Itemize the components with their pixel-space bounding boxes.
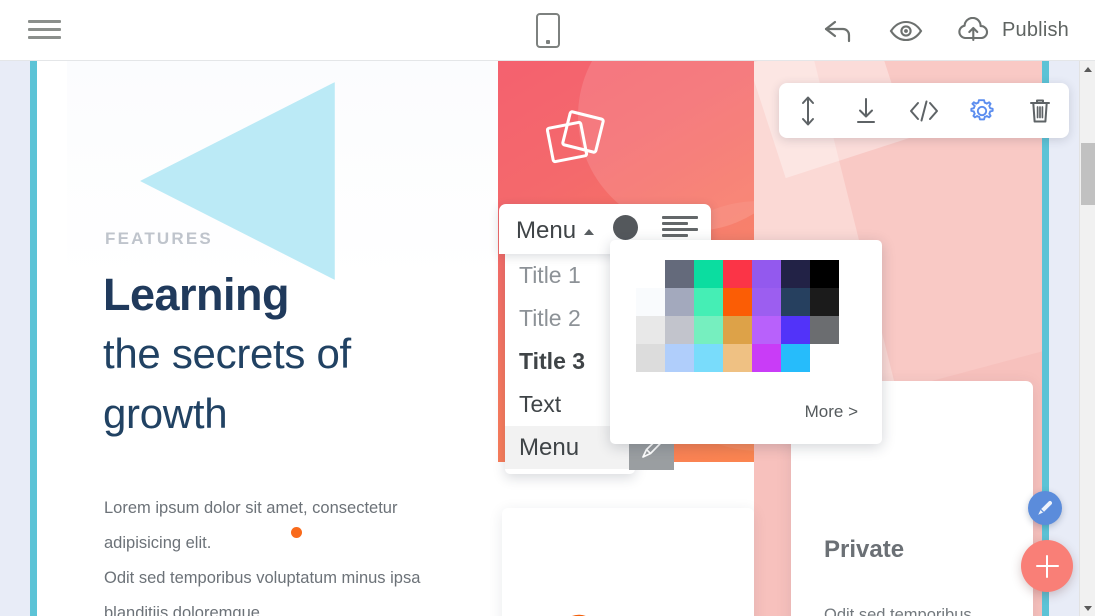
color-swatch[interactable] bbox=[694, 344, 723, 372]
element-toolbar bbox=[779, 83, 1069, 138]
color-swatch[interactable] bbox=[636, 260, 665, 288]
scroll-down-glyph bbox=[1083, 605, 1092, 611]
trash-glyph bbox=[1030, 99, 1050, 122]
resize-vertical-glyph bbox=[802, 96, 814, 125]
color-swatch[interactable] bbox=[694, 260, 723, 288]
cloud-icon bbox=[572, 614, 586, 616]
cloud-upload-icon bbox=[958, 16, 989, 41]
color-swatch[interactable] bbox=[636, 344, 665, 372]
color-swatch[interactable] bbox=[752, 288, 781, 316]
download-glyph bbox=[857, 97, 875, 123]
color-picker-more-link[interactable]: More > bbox=[805, 402, 858, 422]
align-line bbox=[662, 228, 698, 231]
section-accent-bar-left bbox=[30, 61, 37, 616]
align-line bbox=[662, 222, 688, 225]
mobile-device-icon[interactable] bbox=[536, 13, 560, 48]
hamburger-bar bbox=[28, 36, 61, 39]
section-body-text: Lorem ipsum dolor sit amet, consectetur … bbox=[104, 499, 421, 616]
color-swatch[interactable] bbox=[810, 260, 839, 288]
color-swatch[interactable] bbox=[752, 344, 781, 372]
add-element-fab-button[interactable] bbox=[1021, 540, 1073, 592]
color-swatch[interactable] bbox=[781, 316, 810, 344]
heading-line-2: the secrets of bbox=[103, 330, 351, 377]
private-card-text: Odit sed temporibus voluptatum minus ips… bbox=[824, 606, 972, 616]
cloud-card[interactable] bbox=[502, 508, 754, 616]
color-swatch[interactable] bbox=[781, 344, 810, 372]
section-accent-bar-right bbox=[1042, 61, 1049, 616]
color-swatch[interactable] bbox=[665, 316, 694, 344]
gear-glyph bbox=[970, 98, 994, 120]
hamburger-icon[interactable] bbox=[28, 17, 61, 43]
private-card-title: Private bbox=[824, 536, 905, 563]
color-swatch[interactable] bbox=[694, 316, 723, 344]
publish-label: Publish bbox=[1002, 19, 1069, 41]
resize-vertical-icon[interactable] bbox=[779, 83, 837, 138]
color-swatch[interactable] bbox=[781, 288, 810, 316]
plus-icon bbox=[1035, 554, 1059, 578]
paintbrush-icon bbox=[1038, 501, 1052, 515]
color-swatch-grid bbox=[636, 260, 839, 372]
color-picker-popover: More > bbox=[610, 240, 882, 444]
download-icon[interactable] bbox=[837, 83, 895, 138]
features-section: FEATURES Learning the secrets of growth … bbox=[67, 61, 498, 616]
color-swatch[interactable] bbox=[665, 288, 694, 316]
section-eyebrow: FEATURES bbox=[105, 229, 213, 248]
editor-canvas: FEATURES Learning the secrets of growth … bbox=[0, 61, 1079, 616]
color-swatch[interactable] bbox=[723, 260, 752, 288]
editor-window: Publish FEATURES Learning the secrets of… bbox=[0, 0, 1095, 616]
undo-arrow-glyph bbox=[824, 20, 851, 42]
undo-arrow-icon[interactable] bbox=[805, 0, 871, 61]
color-swatch[interactable] bbox=[665, 344, 694, 372]
color-swatch[interactable] bbox=[810, 288, 839, 316]
color-swatch[interactable] bbox=[810, 344, 839, 372]
menu-item-menu-label: Menu bbox=[519, 434, 580, 461]
photos-stack-icon bbox=[546, 110, 605, 164]
scroll-thumb[interactable] bbox=[1081, 143, 1095, 205]
decorative-triangle bbox=[140, 82, 335, 280]
color-swatch[interactable] bbox=[723, 288, 752, 316]
color-swatch[interactable] bbox=[723, 316, 752, 344]
heading-line-3: growth bbox=[103, 390, 228, 437]
color-swatch[interactable] bbox=[752, 316, 781, 344]
align-line bbox=[662, 216, 698, 219]
color-swatch[interactable] bbox=[810, 316, 839, 344]
scroll-up-glyph bbox=[1083, 66, 1092, 72]
scroll-up-arrow-icon[interactable] bbox=[1080, 61, 1095, 77]
scroll-down-arrow-icon[interactable] bbox=[1080, 600, 1095, 616]
color-swatch[interactable] bbox=[636, 288, 665, 316]
design-fab-button[interactable] bbox=[1028, 491, 1062, 525]
eye-icon[interactable] bbox=[871, 0, 941, 61]
header-actions: Publish bbox=[805, 0, 1077, 61]
device-home-dot bbox=[546, 40, 550, 44]
hamburger-bar bbox=[28, 28, 61, 31]
color-swatch[interactable] bbox=[636, 316, 665, 344]
align-line bbox=[662, 234, 688, 237]
code-glyph bbox=[910, 100, 938, 121]
hamburger-bar bbox=[28, 20, 61, 23]
gear-icon[interactable] bbox=[953, 83, 1011, 138]
color-swatch[interactable] bbox=[781, 260, 810, 288]
trash-icon[interactable] bbox=[1011, 83, 1069, 138]
text-align-left-icon[interactable] bbox=[662, 215, 698, 241]
color-swatch[interactable] bbox=[694, 288, 723, 316]
eye-glyph bbox=[889, 20, 923, 41]
color-swatch[interactable] bbox=[723, 344, 752, 372]
heading-line-1: Learning bbox=[103, 269, 290, 320]
text-color-swatch[interactable] bbox=[613, 215, 638, 240]
style-dropdown-trigger[interactable]: Menu bbox=[516, 217, 576, 245]
caret-up-icon[interactable] bbox=[584, 229, 594, 235]
page-scrollbar[interactable] bbox=[1079, 61, 1095, 616]
code-icon[interactable] bbox=[895, 83, 953, 138]
publish-button[interactable]: Publish bbox=[941, 0, 1077, 61]
app-header: Publish bbox=[0, 0, 1095, 61]
color-swatch[interactable] bbox=[752, 260, 781, 288]
color-swatch[interactable] bbox=[665, 260, 694, 288]
page-title: Learning the secrets of growth bbox=[103, 266, 483, 444]
